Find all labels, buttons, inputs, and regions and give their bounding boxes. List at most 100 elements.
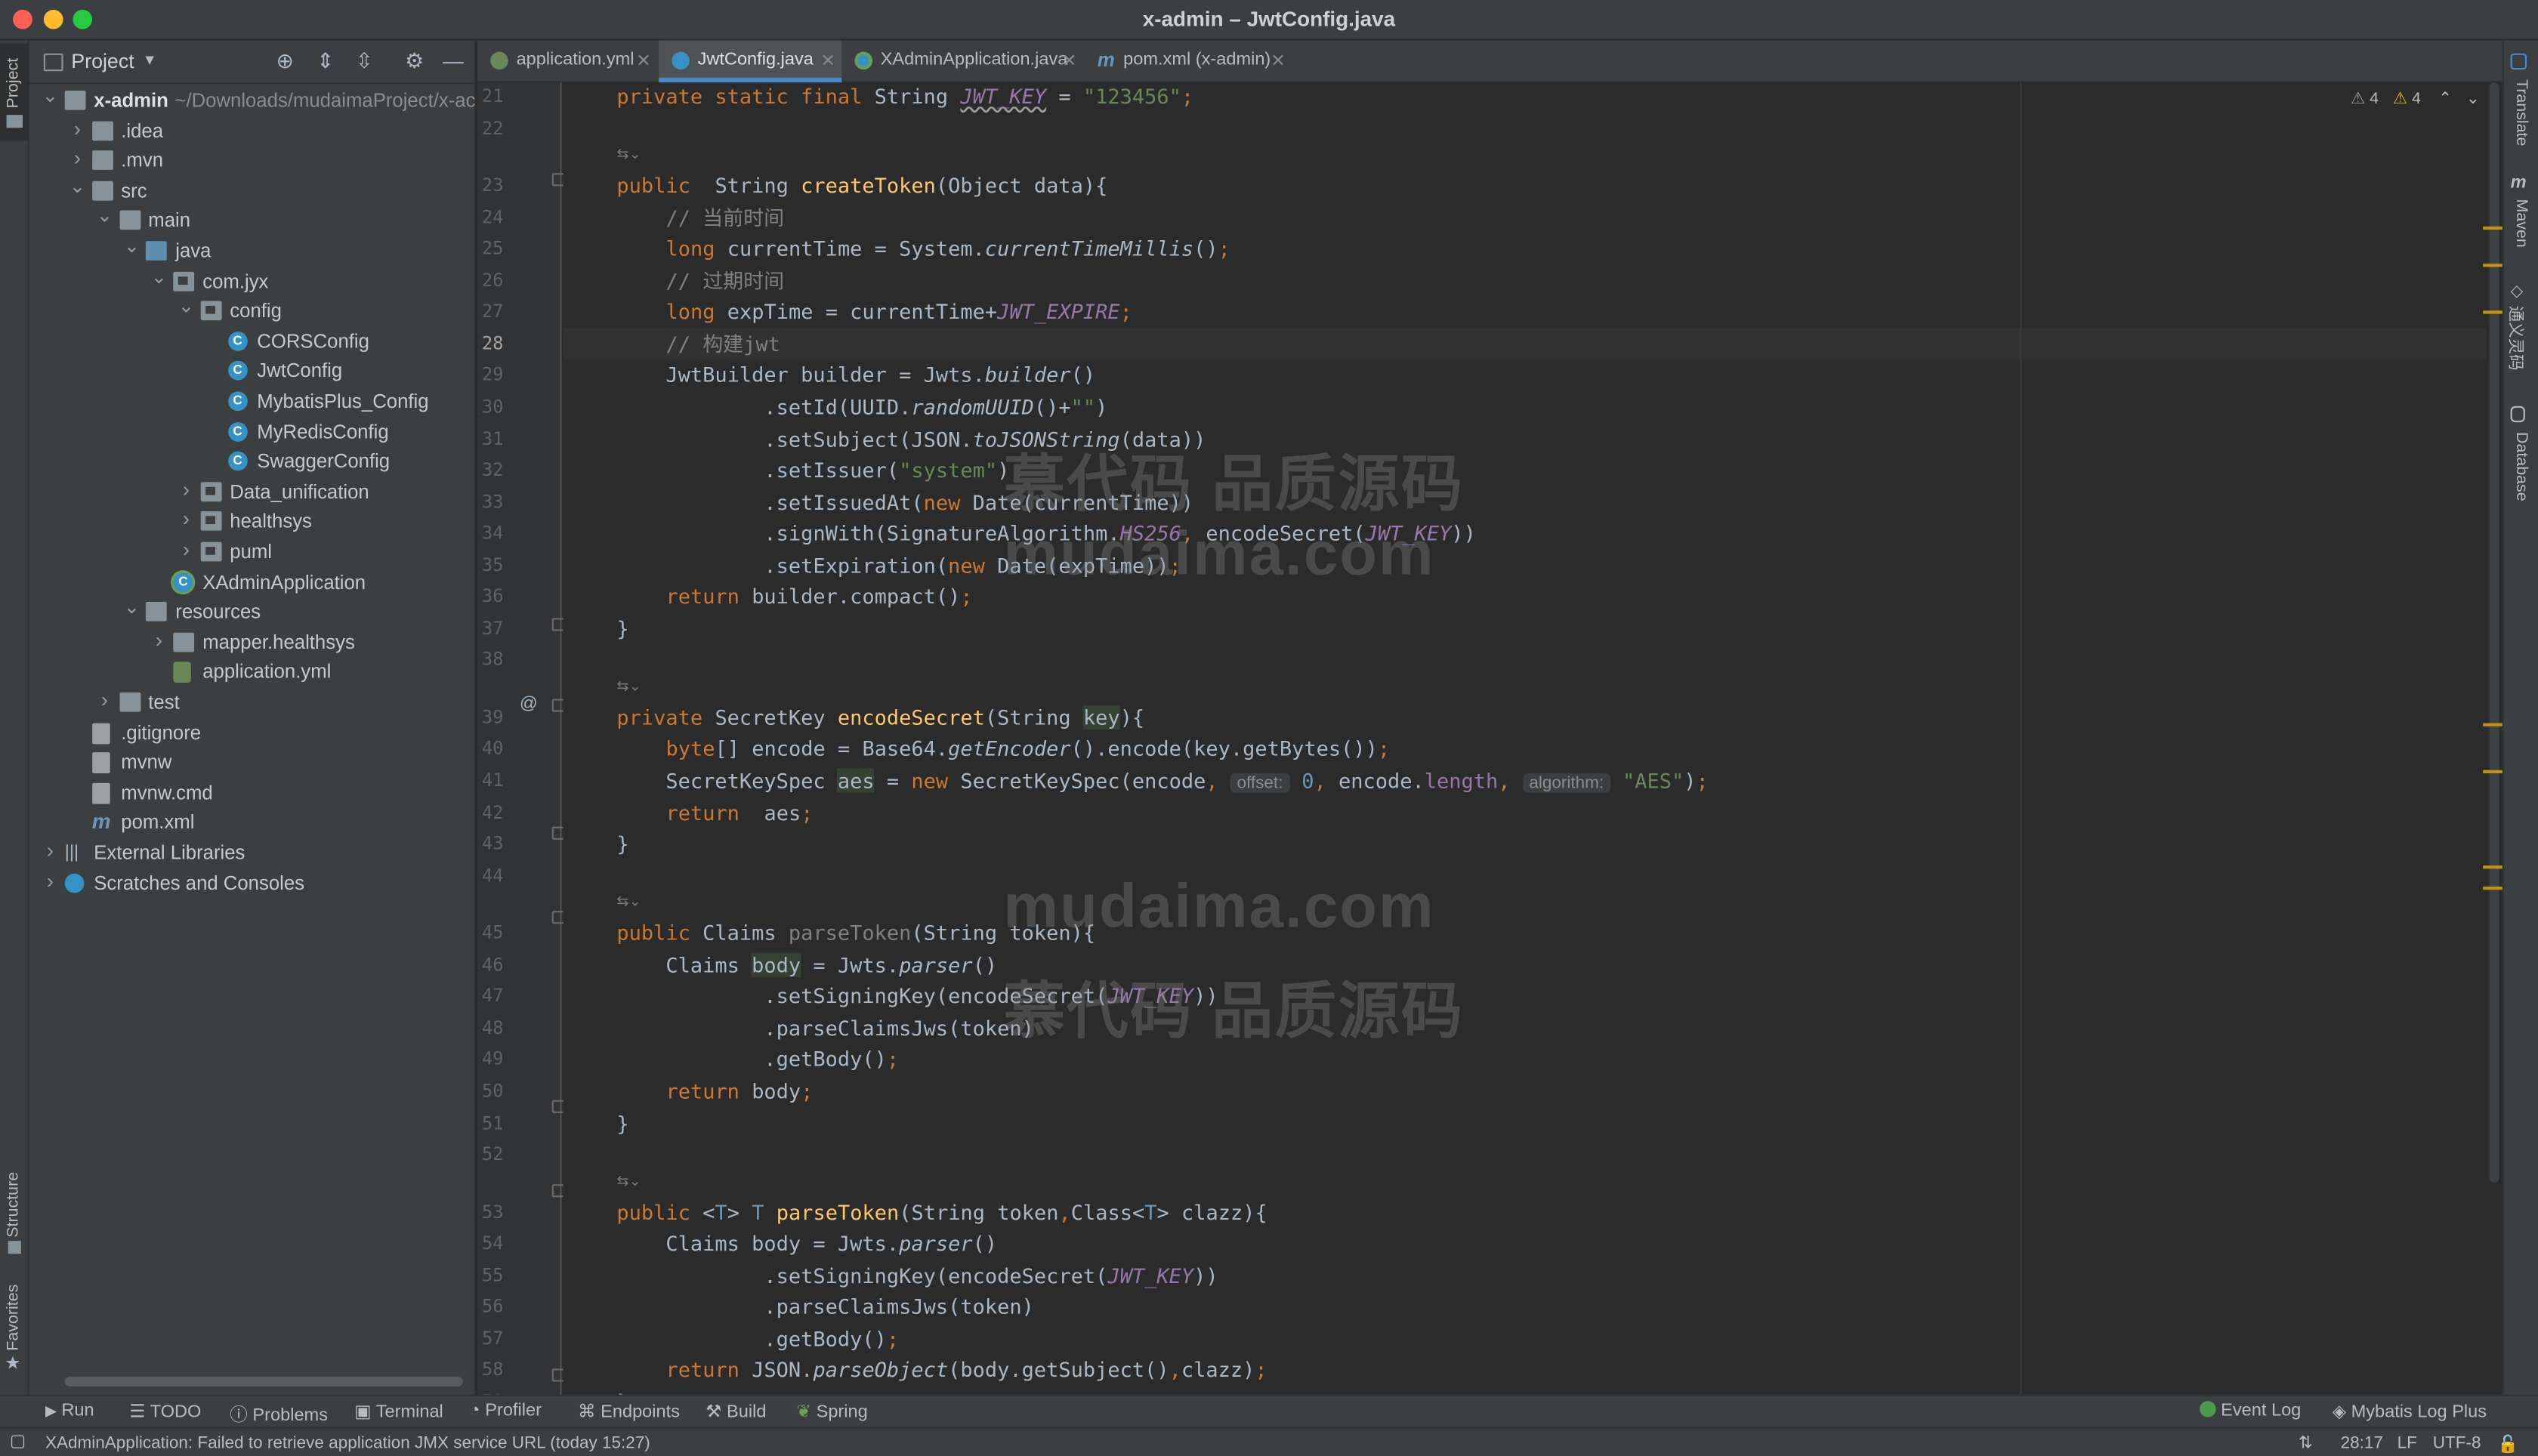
line-number[interactable]: 30 xyxy=(474,396,503,418)
line-number[interactable]: 35 xyxy=(474,554,503,575)
line-number[interactable]: 37 xyxy=(474,618,503,639)
line-separator[interactable]: LF xyxy=(2398,1433,2417,1453)
tree-item[interactable]: ⌄ com.jyx xyxy=(29,264,476,297)
terminal-tool-tab[interactable]: ▣ Terminal xyxy=(354,1401,443,1422)
code-line[interactable]: } xyxy=(563,828,2487,860)
code-line[interactable]: private SecretKey encodeSecret(String ke… xyxy=(563,702,2487,733)
inlay-marker-row[interactable]: ⇆⌄ xyxy=(563,144,2487,170)
line-number[interactable]: 28 xyxy=(474,333,503,354)
tree-item[interactable]: C SwaggerConfig xyxy=(29,447,476,477)
line-number[interactable]: 23 xyxy=(474,175,503,196)
tree-item[interactable]: .gitignore xyxy=(29,717,476,748)
chevron-right-icon[interactable]: › xyxy=(97,687,113,711)
code-line[interactable]: } xyxy=(563,612,2487,644)
tree-item[interactable]: C MybatisPlus_Config xyxy=(29,387,476,417)
tree-item[interactable]: ⌄ java xyxy=(29,235,476,267)
code-line[interactable]: .parseClaimsJws(token) xyxy=(563,1291,2487,1323)
line-number[interactable]: 44 xyxy=(474,865,503,886)
file-encoding[interactable]: UTF-8 xyxy=(2433,1433,2481,1453)
line-number[interactable]: 29 xyxy=(474,365,503,386)
code-line[interactable] xyxy=(563,1139,2487,1171)
panel-toggle-icon[interactable]: ▢ xyxy=(10,1432,26,1451)
project-tool-tab[interactable]: Project xyxy=(0,43,29,141)
code-line[interactable]: Claims body = Jwts.parser() xyxy=(563,949,2487,981)
tree-item[interactable]: m pom.xml xyxy=(29,808,476,838)
usages-hint-icon[interactable]: ⇆⌄ xyxy=(616,141,641,173)
chevron-right-icon[interactable]: › xyxy=(42,838,58,862)
vcs-icon[interactable]: ⇅ xyxy=(2299,1433,2313,1453)
line-number[interactable]: 45 xyxy=(474,922,503,943)
tree-item[interactable]: C CORSConfig xyxy=(29,326,476,356)
error-stripe-mark[interactable] xyxy=(2483,264,2504,267)
code-line[interactable]: .setSigningKey(encodeSecret(JWT_KEY)) xyxy=(563,981,2487,1013)
line-number[interactable]: 38 xyxy=(474,649,503,671)
code-line[interactable]: .parseClaimsJws(token) xyxy=(563,1013,2487,1044)
endpoints-tool-tab[interactable]: ⌘ Endpoints xyxy=(578,1401,680,1422)
event-log-tool-tab[interactable]: Event Log xyxy=(2200,1401,2301,1421)
line-number[interactable]: 36 xyxy=(474,586,503,607)
tab-jwtconfig-java[interactable]: JwtConfig.java ✕ xyxy=(659,40,842,83)
line-number[interactable]: 56 xyxy=(474,1296,503,1317)
error-stripe-mark[interactable] xyxy=(2483,886,2504,890)
code-line[interactable]: .setExpiration(new Date(expTime)); xyxy=(563,550,2487,581)
usages-hint-icon[interactable]: ⇆⌄ xyxy=(616,888,641,920)
expand-all-icon[interactable]: ⇕ xyxy=(313,48,338,74)
chevron-down-icon[interactable]: ⌄ xyxy=(124,596,140,618)
error-stripe-mark[interactable] xyxy=(2483,865,2504,869)
code-line[interactable]: .setId(UUID.randomUUID()+"") xyxy=(563,391,2487,423)
line-number[interactable]: 24 xyxy=(474,206,503,227)
code-line[interactable]: .signWith(SignatureAlgorithm.HS256, enco… xyxy=(563,518,2487,550)
line-number[interactable]: 52 xyxy=(474,1144,503,1165)
chevron-down-icon[interactable]: ⌄ xyxy=(151,264,168,287)
line-number[interactable]: 57 xyxy=(474,1328,503,1349)
chevron-right-icon[interactable]: › xyxy=(42,868,58,893)
tree-item[interactable]: ⌄ x-admin ~/Downloads/mudaimaProject/x-ac xyxy=(29,84,476,116)
code-line[interactable]: JwtBuilder builder = Jwts.builder() xyxy=(563,359,2487,391)
line-number[interactable]: 32 xyxy=(474,459,503,480)
line-number[interactable]: 33 xyxy=(474,491,503,512)
tree-item[interactable]: C JwtConfig xyxy=(29,356,476,387)
code-line[interactable]: SecretKeySpec aes = new SecretKeySpec(en… xyxy=(563,765,2487,797)
line-number[interactable]: 22 xyxy=(474,117,503,138)
code-line[interactable]: long expTime = currentTime+JWT_EXPIRE; xyxy=(563,297,2487,329)
code-line[interactable]: Claims body = Jwts.parser() xyxy=(563,1228,2487,1260)
build-tool-tab[interactable]: ⚒ Build xyxy=(706,1401,766,1422)
line-number[interactable]: 39 xyxy=(474,707,503,728)
caret-position[interactable]: 28:17 xyxy=(2341,1433,2383,1453)
inlay-marker-row[interactable]: ⇆⌄ xyxy=(563,1171,2487,1196)
line-number[interactable]: 42 xyxy=(474,802,503,823)
code-line[interactable]: // 构建jwt xyxy=(563,328,2487,360)
chevron-down-icon[interactable]: ⌄ xyxy=(124,235,140,258)
code-line[interactable]: .getBody(); xyxy=(563,1044,2487,1076)
error-stripe-mark[interactable] xyxy=(2483,770,2504,773)
inlay-marker-row[interactable]: ⇆⌄ xyxy=(563,892,2487,918)
tree-item[interactable]: › mapper.healthsys xyxy=(29,628,476,658)
chevron-down-icon[interactable]: ▼ xyxy=(143,52,157,68)
tab-application-yml[interactable]: application.yml ✕ xyxy=(477,41,659,83)
code-line[interactable]: .getBody(); xyxy=(563,1323,2487,1355)
hide-panel-icon[interactable]: — xyxy=(440,48,466,74)
line-number[interactable]: 31 xyxy=(474,428,503,449)
code-line[interactable]: private static final String JWT_KEY = "1… xyxy=(563,82,2487,113)
line-number[interactable]: 53 xyxy=(474,1202,503,1223)
tree-item[interactable]: C XAdminApplication xyxy=(29,567,476,597)
chevron-right-icon[interactable]: › xyxy=(151,628,167,652)
code-line[interactable]: // 当前时间 xyxy=(563,202,2487,233)
code-line[interactable]: return body; xyxy=(563,1075,2487,1107)
usages-hint-icon[interactable]: ⇆⌄ xyxy=(616,673,641,705)
chevron-right-icon[interactable]: › xyxy=(69,116,85,140)
tree-item[interactable]: application.yml xyxy=(29,658,476,688)
line-number[interactable]: 41 xyxy=(474,770,503,791)
close-icon[interactable]: ✕ xyxy=(1062,50,1077,72)
line-number[interactable]: 25 xyxy=(474,238,503,259)
line-number[interactable]: 34 xyxy=(474,523,503,544)
status-message[interactable]: XAdminApplication: Failed to retrieve ap… xyxy=(45,1433,650,1453)
code-line[interactable]: return aes; xyxy=(563,797,2487,828)
chevron-right-icon[interactable]: › xyxy=(178,477,194,501)
code-line[interactable] xyxy=(563,860,2487,892)
tree-item[interactable]: ⌄ resources xyxy=(29,596,476,628)
chevron-right-icon[interactable]: › xyxy=(178,507,194,531)
code-line[interactable]: byte[] encode = Base64.getEncoder().enco… xyxy=(563,733,2487,765)
tree-item[interactable]: › test xyxy=(29,687,476,717)
tree-item[interactable]: › .mvn xyxy=(29,146,476,176)
